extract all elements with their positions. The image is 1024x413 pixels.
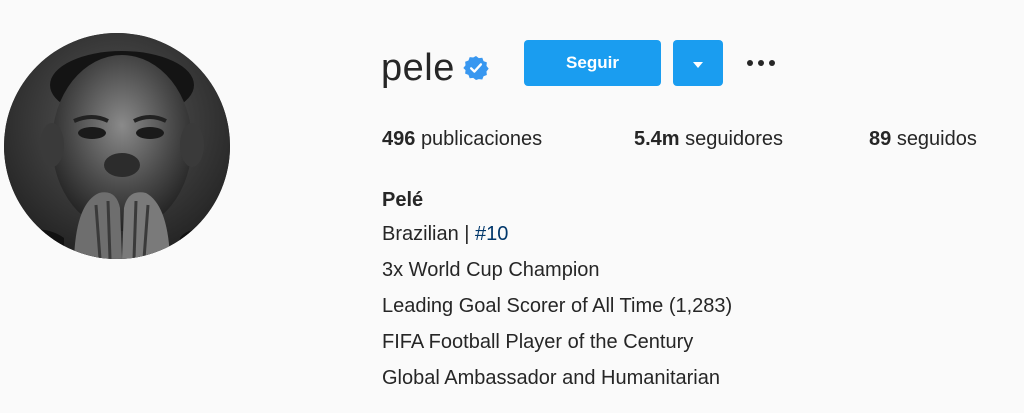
username: pele <box>381 47 455 89</box>
followers-stat[interactable]: 5.4m seguidores <box>634 124 783 154</box>
verified-badge-icon <box>463 55 489 81</box>
follow-button[interactable]: Seguir <box>524 40 661 86</box>
bio-line-5: Global Ambassador and Humanitarian <box>382 367 720 389</box>
posts-count: 496 <box>382 128 416 150</box>
suggestions-dropdown-button[interactable] <box>673 40 723 86</box>
chevron-down-icon <box>693 56 703 71</box>
full-name: Pelé <box>382 189 424 211</box>
username-row: pele <box>381 40 489 96</box>
followers-label: seguidores <box>685 128 783 150</box>
bio-line-2: 3x World Cup Champion <box>382 259 600 281</box>
posts-label: publicaciones <box>420 128 543 150</box>
more-options-button[interactable] <box>738 46 784 80</box>
bio-line-3: Leading Goal Scorer of All Time (1,283) <box>382 295 733 317</box>
more-options-dot <box>769 60 775 66</box>
followers-count: 5.4m <box>634 128 680 150</box>
posts-stat: 496 publicaciones <box>382 124 542 154</box>
profile-header: pele Seguir 496 publicaciones 5.4m segui… <box>0 0 1024 413</box>
following-stat[interactable]: 89 seguidos <box>869 124 977 154</box>
hashtag-link[interactable]: #10 <box>475 223 508 245</box>
bio-line-1-text: Brazilian | <box>382 223 476 245</box>
bio-line-1: Brazilian | #10 <box>382 216 732 252</box>
bio: Pelé Brazilian | #10 3x World Cup Champi… <box>382 184 732 396</box>
more-options-icon <box>747 60 753 66</box>
following-label: seguidos <box>896 128 977 150</box>
more-options-dot <box>758 60 764 66</box>
stats-row: 496 publicaciones 5.4m seguidores 89 seg… <box>0 124 1024 154</box>
following-count: 89 <box>869 128 892 150</box>
bio-line-4: FIFA Football Player of the Century <box>382 331 694 353</box>
